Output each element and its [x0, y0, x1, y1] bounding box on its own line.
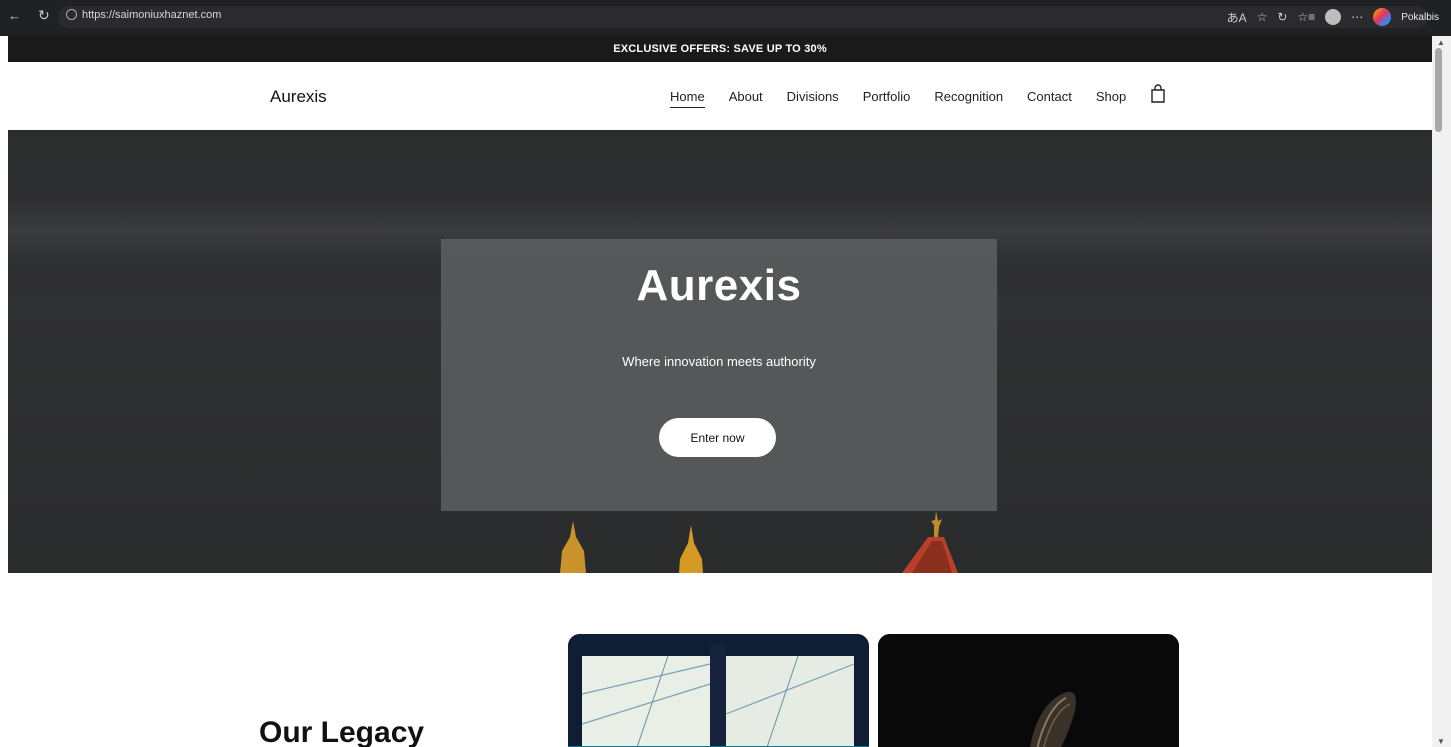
hero-section: Aurexis Where innovation meets authority… — [8, 130, 1432, 573]
scrollbar-thumb[interactable] — [1435, 48, 1442, 132]
enter-now-button[interactable]: Enter now — [659, 418, 776, 457]
back-arrow-icon[interactable]: ← — [8, 9, 21, 22]
legacy-image-architecture[interactable] — [568, 634, 869, 747]
nav-item-contact[interactable]: Contact — [1027, 89, 1072, 104]
shopping-bag-icon[interactable] — [1150, 84, 1166, 104]
address-bar-url[interactable]: https://saimoniuxhaznet.com — [82, 9, 221, 21]
hero-title: Aurexis — [636, 261, 802, 310]
copilot-label[interactable]: Pokalbis — [1401, 12, 1439, 23]
scroll-up-arrow-icon[interactable]: ▲ — [1437, 38, 1445, 47]
nav-item-home[interactable]: Home — [670, 89, 705, 108]
more-options-icon[interactable]: ⋯ — [1351, 10, 1363, 24]
browser-toolbar-icons: あA ☆ ↻ ☆≡ ⋯ Pokalbis — [1227, 7, 1439, 27]
site-info-icon[interactable] — [66, 9, 77, 20]
nav-item-portfolio[interactable]: Portfolio — [863, 89, 911, 104]
extensions-icon[interactable]: ↻ — [1277, 10, 1287, 24]
hero-background-roof-statue — [902, 511, 958, 573]
main-navigation: Home About Divisions Portfolio Recogniti… — [670, 89, 1150, 108]
legacy-image-architecture-graphic — [568, 634, 869, 747]
nav-item-about[interactable]: About — [729, 89, 763, 104]
hero-card: Aurexis Where innovation meets authority… — [441, 239, 997, 511]
nav-item-divisions[interactable]: Divisions — [787, 89, 839, 104]
site-header: Aurexis Home About Divisions Portfolio R… — [8, 62, 1432, 130]
nav-item-recognition[interactable]: Recognition — [934, 89, 1003, 104]
site-logo[interactable]: Aurexis — [270, 87, 327, 107]
hero-background-spire — [679, 525, 703, 573]
scroll-down-arrow-icon[interactable]: ▼ — [1437, 737, 1445, 746]
promo-text: EXCLUSIVE OFFERS: SAVE UP TO 30% — [613, 43, 827, 55]
legacy-image-sculpture[interactable] — [878, 634, 1179, 747]
translate-icon[interactable]: あA — [1227, 9, 1247, 26]
hero-subtitle: Where innovation meets authority — [622, 354, 816, 369]
promo-bar: EXCLUSIVE OFFERS: SAVE UP TO 30% — [8, 36, 1432, 62]
favorite-star-icon[interactable]: ☆ — [1257, 10, 1268, 24]
legacy-image-sculpture-graphic — [878, 634, 1179, 747]
copilot-icon[interactable] — [1373, 8, 1392, 26]
favorites-list-icon[interactable]: ☆≡ — [1297, 10, 1315, 24]
reload-icon[interactable]: ↻ — [38, 8, 50, 22]
page-scrollbar[interactable] — [1432, 36, 1451, 747]
legacy-section-title: Our Legacy — [259, 716, 425, 747]
profile-avatar-icon[interactable] — [1325, 9, 1342, 25]
address-bar[interactable] — [58, 6, 1428, 28]
nav-item-shop[interactable]: Shop — [1096, 89, 1126, 104]
browser-toolbar: ← ↻ https://saimoniuxhaznet.com あA ☆ ↻ ☆… — [0, 0, 1451, 36]
hero-background-spire — [560, 521, 586, 573]
